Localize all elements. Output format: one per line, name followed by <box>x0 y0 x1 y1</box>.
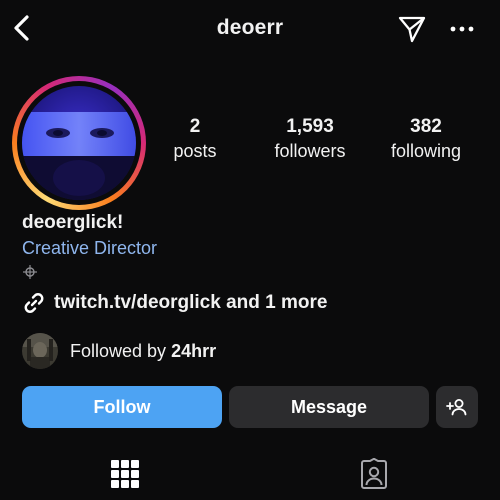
more-horizontal-icon <box>450 26 474 32</box>
message-button[interactable]: Message <box>229 386 429 428</box>
profile-page: deoerr 2 posts 1,593 followers 382 follo… <box>0 0 500 500</box>
threads-badge[interactable] <box>22 264 38 280</box>
mutual-avatar-photo <box>22 333 58 369</box>
link-icon <box>24 293 44 313</box>
following-stat[interactable]: 382 following <box>378 116 474 162</box>
followed-by-prefix: Followed by <box>70 340 172 361</box>
threads-icon <box>23 265 37 279</box>
avatar-photo <box>22 86 136 200</box>
bio-links[interactable]: twitch.tv/deorglick and 1 more <box>22 290 327 316</box>
followed-by-user[interactable]: 24hrr <box>171 341 216 361</box>
tab-tagged[interactable] <box>358 457 390 490</box>
display-name: deoerglick! <box>22 212 124 233</box>
following-label: following <box>390 141 462 161</box>
following-count: 382 <box>410 116 442 137</box>
grid-icon <box>111 460 139 488</box>
followers-count: 1,593 <box>286 116 334 137</box>
add-person-icon <box>446 399 467 416</box>
posts-count: 2 <box>189 116 201 137</box>
paper-plane-icon <box>398 16 426 43</box>
posts-label: posts <box>173 141 217 161</box>
mutual-followers[interactable]: Followed by 24hrr <box>22 333 216 369</box>
mutual-follower-avatar[interactable] <box>22 333 58 369</box>
followers-label: followers <box>274 141 346 161</box>
profile-avatar[interactable] <box>22 86 136 200</box>
more-options-button[interactable] <box>448 18 476 40</box>
tab-posts-grid[interactable] <box>109 458 141 490</box>
followers-stat[interactable]: 1,593 followers <box>258 116 362 162</box>
follow-button[interactable]: Follow <box>22 386 222 428</box>
suggested-accounts-button[interactable] <box>436 386 478 428</box>
posts-stat[interactable]: 2 posts <box>160 116 230 162</box>
category-label: Creative Director <box>22 238 158 258</box>
share-button[interactable] <box>397 14 427 44</box>
top-bar: deoerr <box>0 0 500 56</box>
bio-link-text[interactable]: twitch.tv/deorglick and 1 more <box>54 292 327 314</box>
tagged-person-icon <box>361 457 387 489</box>
story-ring[interactable] <box>12 76 146 210</box>
